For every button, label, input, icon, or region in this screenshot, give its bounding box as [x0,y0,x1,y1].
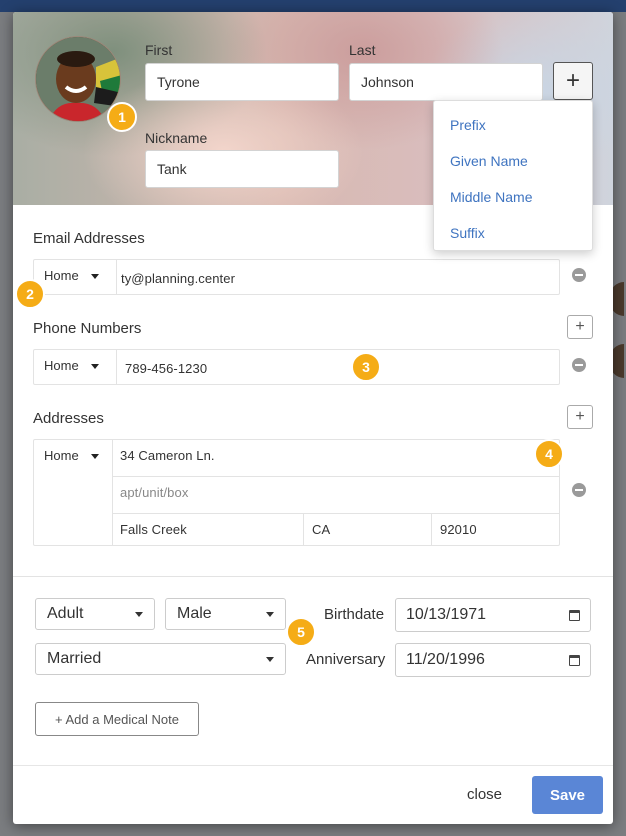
marital-status-value: Married [47,650,102,667]
step-badge-2: 2 [15,279,45,309]
divider [303,513,304,545]
add-name-part-button[interactable]: + [553,62,593,100]
section-divider [13,576,613,577]
step-badge-1: 1 [107,102,137,132]
first-name-label: First [145,42,173,58]
chevron-down-icon [90,454,99,460]
gender-value: Male [177,605,212,622]
chevron-down-icon [90,274,99,280]
phone-type-value: Home [44,358,79,373]
save-button[interactable]: Save [532,776,603,814]
chevron-down-icon [266,611,274,617]
divider [431,513,432,545]
add-phone-button[interactable]: + [567,315,593,339]
step-badge-4: 4 [534,439,564,469]
age-group-select[interactable]: Adult [35,598,155,630]
add-address-button[interactable]: + [567,405,593,429]
marital-status-select[interactable]: Married [35,643,286,675]
menu-item-prefix[interactable]: Prefix [434,107,592,143]
calendar-icon[interactable] [569,654,580,666]
divider [116,260,117,294]
phone-input[interactable]: 789-456-1230 [125,361,207,376]
birthdate-input[interactable]: 10/13/1971 [395,598,591,632]
city-input[interactable]: Falls Creek [120,522,187,537]
step-badge-3: 3 [351,352,381,382]
remove-address-icon[interactable] [572,483,586,497]
email-input[interactable]: ty@planning.center [121,271,235,286]
divider [112,476,560,477]
email-type-select[interactable]: Home [44,268,99,283]
menu-item-middle-name[interactable]: Middle Name [434,179,592,215]
divider [112,513,560,514]
email-section-title: Email Addresses [33,230,145,247]
name-parts-dropdown: Prefix Given Name Middle Name Suffix [433,100,593,251]
divider [116,350,117,384]
email-type-value: Home [44,268,79,283]
birthdate-label: Birthdate [324,606,385,623]
chevron-down-icon [135,611,143,617]
gender-select[interactable]: Male [165,598,286,630]
edit-profile-modal: First Tyrone Last Johnson + Nickname Tan… [13,12,613,824]
nickname-input[interactable]: Tank [145,150,339,188]
background-topbar [0,0,626,12]
phone-row [33,349,560,385]
age-group-value: Adult [47,605,84,622]
remove-email-icon[interactable] [572,268,586,282]
remove-phone-icon[interactable] [572,358,586,372]
anniversary-label: Anniversary [306,651,386,668]
footer-divider [13,765,613,766]
address-block [33,439,560,546]
last-name-label: Last [349,42,376,58]
close-button[interactable]: close [467,786,502,803]
address-section-title: Addresses [33,410,104,427]
zip-input[interactable]: 92010 [440,522,477,537]
state-input[interactable]: CA [312,522,330,537]
phone-section-title: Phone Numbers [33,320,142,337]
chevron-down-icon [90,364,99,370]
menu-item-suffix[interactable]: Suffix [434,215,592,251]
phone-type-select[interactable]: Home [44,358,99,373]
address-line2-input[interactable]: apt/unit/box [120,485,188,500]
step-badge-5: 5 [286,617,316,647]
last-name-input[interactable]: Johnson [349,63,543,101]
add-medical-note-button[interactable]: + Add a Medical Note [35,702,199,736]
email-row [33,259,560,295]
street-input[interactable]: 34 Cameron Ln. [120,448,215,463]
anniversary-value: 11/20/1996 [406,651,485,668]
first-name-input[interactable]: Tyrone [145,63,339,101]
menu-item-given-name[interactable]: Given Name [434,143,592,179]
chevron-down-icon [266,656,274,662]
calendar-icon[interactable] [569,609,580,621]
nickname-label: Nickname [145,130,208,146]
anniversary-input[interactable]: 11/20/1996 [395,643,591,677]
divider [112,440,113,545]
birthdate-value: 10/13/1971 [406,606,487,623]
address-type-select[interactable]: Home [44,448,99,463]
address-type-value: Home [44,448,79,463]
